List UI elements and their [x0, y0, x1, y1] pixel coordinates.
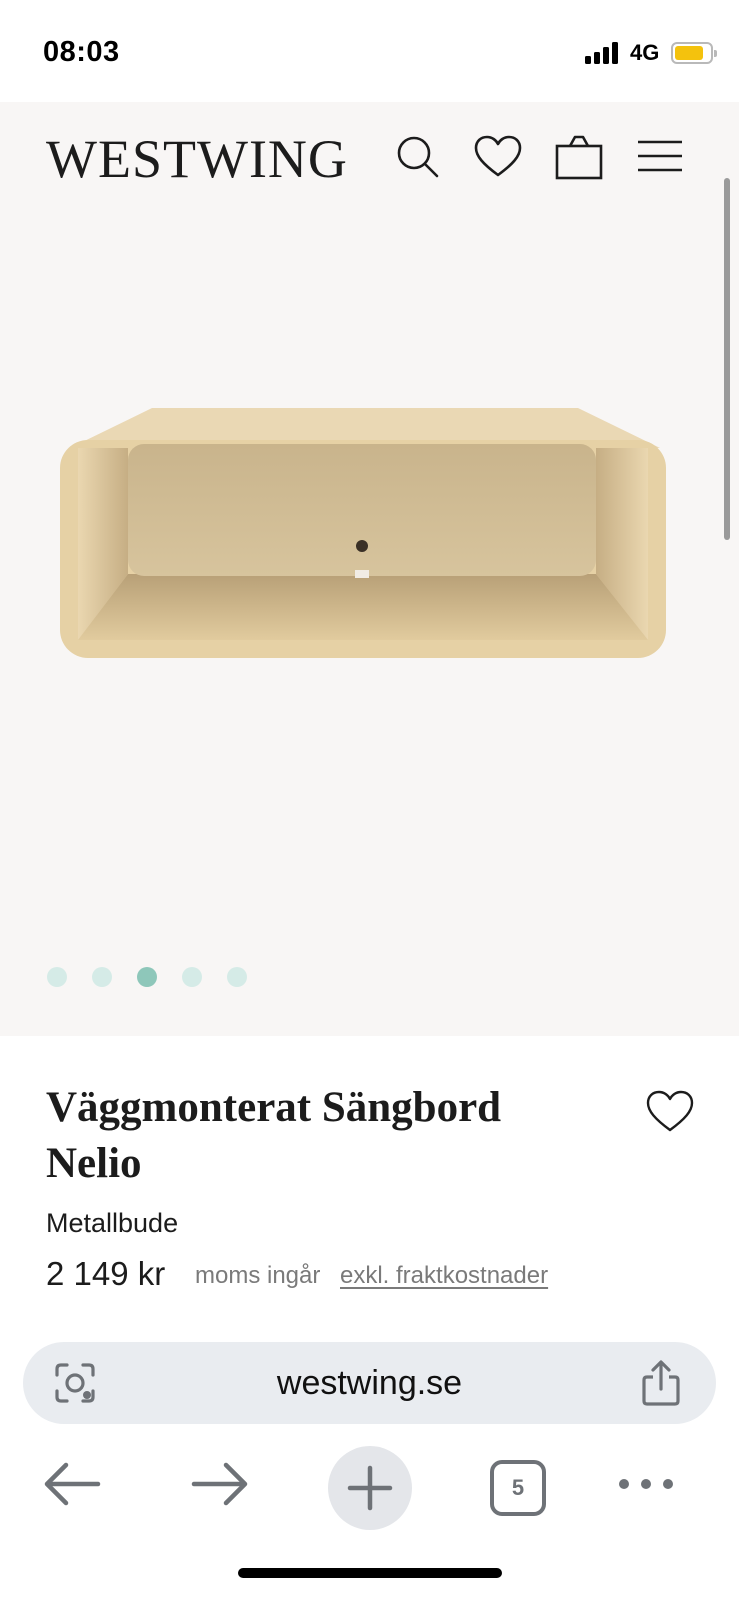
visual-search-icon[interactable]	[53, 1361, 97, 1405]
forward-arrow-icon[interactable]	[184, 1449, 254, 1519]
url-text[interactable]: westwing.se	[23, 1342, 716, 1424]
home-indicator	[238, 1568, 502, 1578]
gallery-dot-active[interactable]	[137, 967, 157, 987]
product-info: Väggmonterat Sängbord Nelio Metallbude 2…	[0, 1036, 739, 1323]
menu-icon[interactable]	[635, 132, 685, 182]
new-tab-button[interactable]	[328, 1446, 412, 1530]
tab-switcher-button[interactable]: 5	[490, 1460, 546, 1516]
share-icon[interactable]	[639, 1359, 683, 1407]
wishlist-heart-icon[interactable]	[645, 1088, 695, 1134]
scrollbar[interactable]	[724, 178, 730, 540]
status-time: 08:03	[43, 36, 120, 68]
site-logo[interactable]: WESTWING	[46, 132, 348, 186]
network-label: 4G	[630, 40, 660, 65]
gallery-dot[interactable]	[92, 967, 112, 987]
shipping-link[interactable]: exkl. fraktkostnader	[340, 1262, 548, 1290]
vat-note: moms ingår	[195, 1262, 321, 1289]
product-price: 2 149 kr	[46, 1255, 166, 1292]
browser-toolbar: westwing.se 5	[0, 1322, 739, 1600]
search-icon[interactable]	[393, 132, 443, 182]
brand-name[interactable]: Metallbude	[46, 1208, 178, 1239]
gallery-pagination	[0, 967, 739, 987]
signal-icon	[585, 42, 621, 64]
gallery-dot[interactable]	[47, 967, 67, 987]
plus-icon	[347, 1465, 393, 1511]
battery-icon	[671, 42, 717, 64]
gallery-dot[interactable]	[182, 967, 202, 987]
heart-icon[interactable]	[473, 132, 523, 182]
status-bar: 08:03 4G	[0, 0, 739, 102]
address-bar[interactable]: westwing.se	[23, 1342, 716, 1424]
more-options-icon[interactable]	[612, 1449, 682, 1519]
product-image[interactable]	[56, 402, 682, 682]
gallery-dot[interactable]	[227, 967, 247, 987]
back-arrow-icon[interactable]	[38, 1449, 108, 1519]
product-gallery[interactable]: WESTWING	[0, 102, 739, 1036]
shopping-bag-icon[interactable]	[554, 132, 604, 182]
product-title: Väggmonterat Sängbord Nelio	[46, 1084, 502, 1187]
